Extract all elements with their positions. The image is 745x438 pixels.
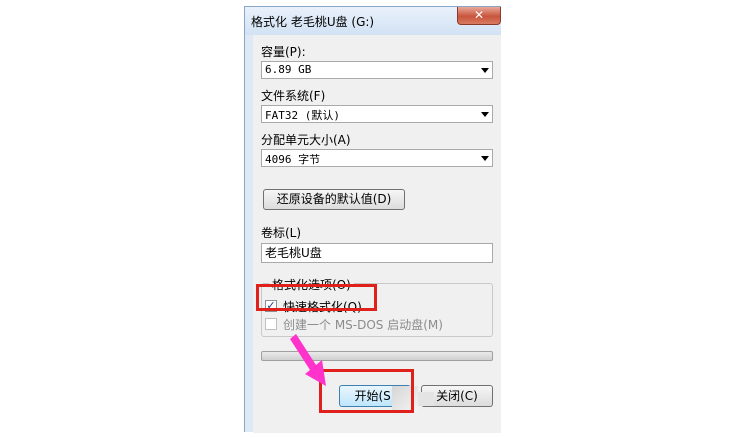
arrow-icon <box>290 334 326 386</box>
pointer-arrow <box>290 334 326 386</box>
